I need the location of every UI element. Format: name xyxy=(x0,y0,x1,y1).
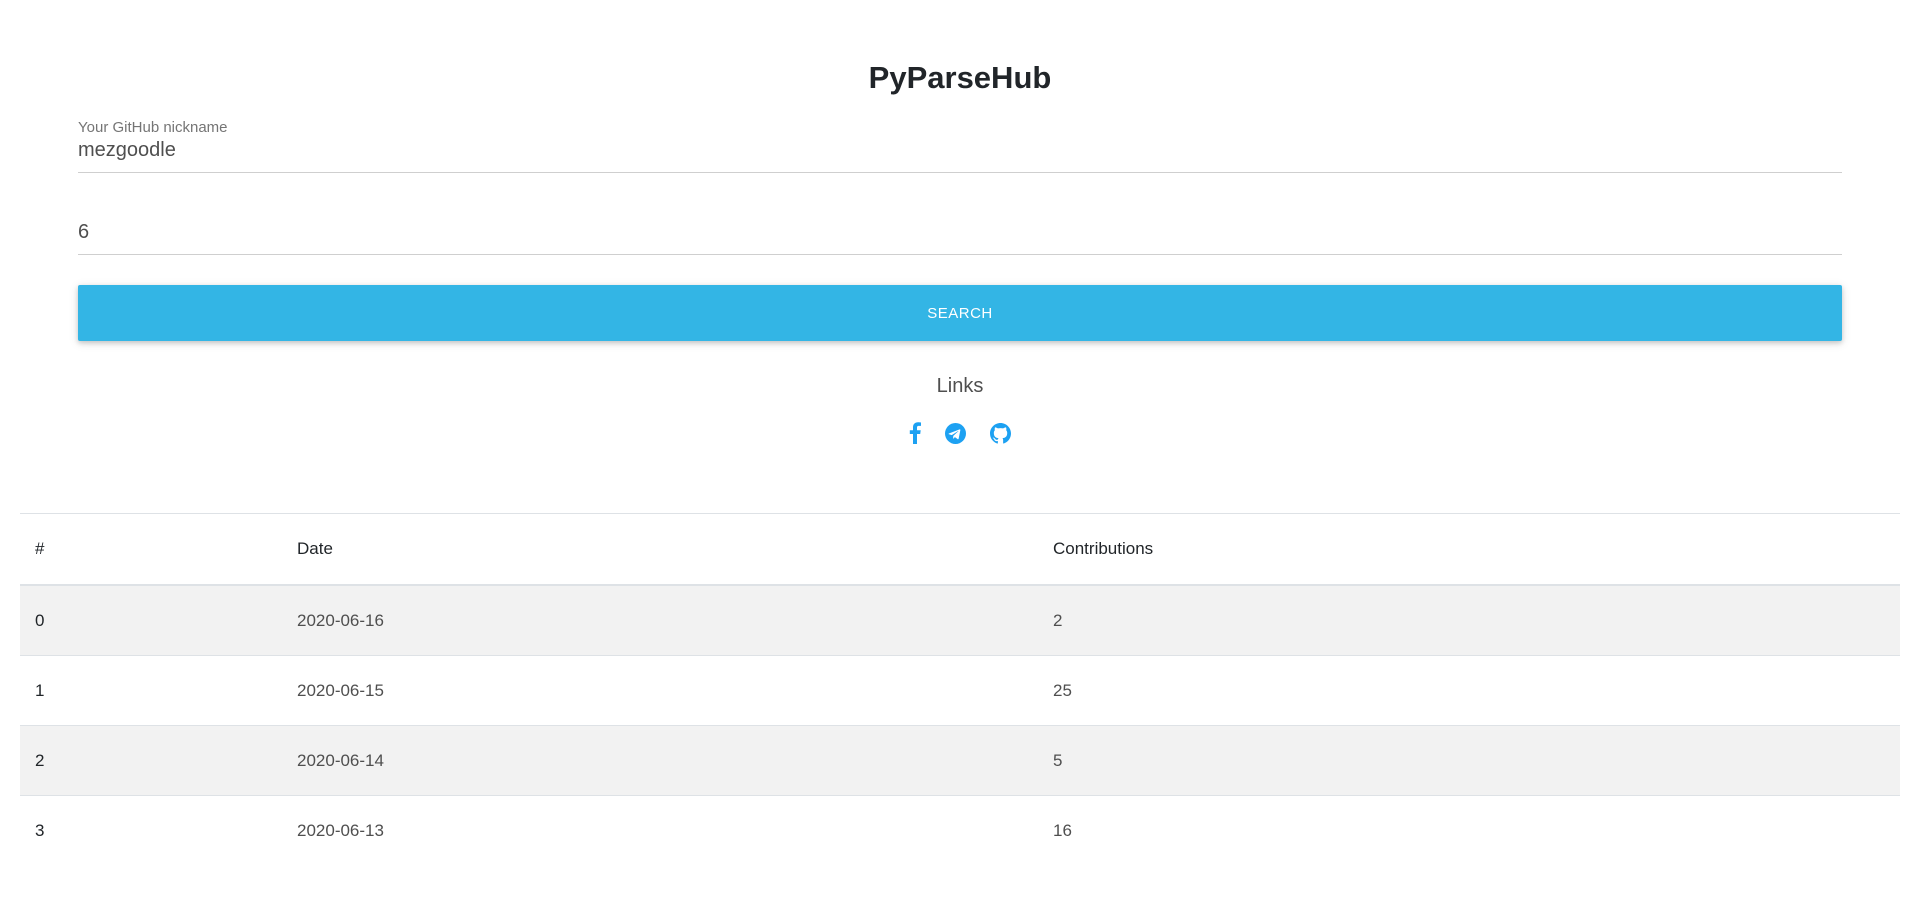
cell-date: 2020-06-16 xyxy=(282,584,1038,656)
contributions-table: # Date Contributions 0 2020-06-16 2 1 20… xyxy=(20,513,1900,865)
cell-index: 3 xyxy=(20,795,282,865)
search-button[interactable]: SEARCH xyxy=(78,285,1842,341)
table-body: 0 2020-06-16 2 1 2020-06-15 25 2 2020-06… xyxy=(20,584,1900,865)
cell-contributions: 16 xyxy=(1038,795,1900,865)
table-row: 2 2020-06-14 5 xyxy=(20,725,1900,796)
nickname-field-wrapper: Your GitHub nickname xyxy=(78,119,1842,173)
cell-contributions: 2 xyxy=(1038,584,1900,656)
table-row: 1 2020-06-15 25 xyxy=(20,655,1900,726)
github-icon xyxy=(990,422,1012,443)
links-heading: Links xyxy=(936,375,984,397)
cell-index: 0 xyxy=(20,584,282,656)
column-header-index: # xyxy=(20,513,282,586)
facebook-icon xyxy=(909,422,921,444)
cell-date: 2020-06-13 xyxy=(282,795,1038,865)
main-container: PyParseHub Your GitHub nickname SEARCH L… xyxy=(78,0,1842,448)
cell-date: 2020-06-14 xyxy=(282,725,1038,796)
cell-index: 1 xyxy=(20,655,282,726)
telegram-icon xyxy=(945,422,966,444)
table-header: # Date Contributions xyxy=(20,513,1900,586)
count-field-wrapper xyxy=(78,199,1842,255)
table-row: 3 2020-06-13 16 xyxy=(20,795,1900,865)
page-title: PyParseHub xyxy=(868,60,1052,95)
facebook-link[interactable] xyxy=(909,422,921,444)
cell-contributions: 5 xyxy=(1038,725,1900,796)
telegram-link[interactable] xyxy=(945,422,966,444)
column-header-contributions: Contributions xyxy=(1038,513,1900,586)
count-input[interactable] xyxy=(78,221,1842,244)
cell-date: 2020-06-15 xyxy=(282,655,1038,726)
github-link[interactable] xyxy=(990,422,1012,444)
cell-index: 2 xyxy=(20,725,282,796)
social-links xyxy=(78,422,1842,448)
cell-contributions: 25 xyxy=(1038,655,1900,726)
nickname-label: Your GitHub nickname xyxy=(78,119,228,136)
contributions-table-wrapper: # Date Contributions 0 2020-06-16 2 1 20… xyxy=(20,513,1900,865)
nickname-input[interactable] xyxy=(78,139,1842,162)
table-row: 0 2020-06-16 2 xyxy=(20,584,1900,656)
column-header-date: Date xyxy=(282,513,1038,586)
